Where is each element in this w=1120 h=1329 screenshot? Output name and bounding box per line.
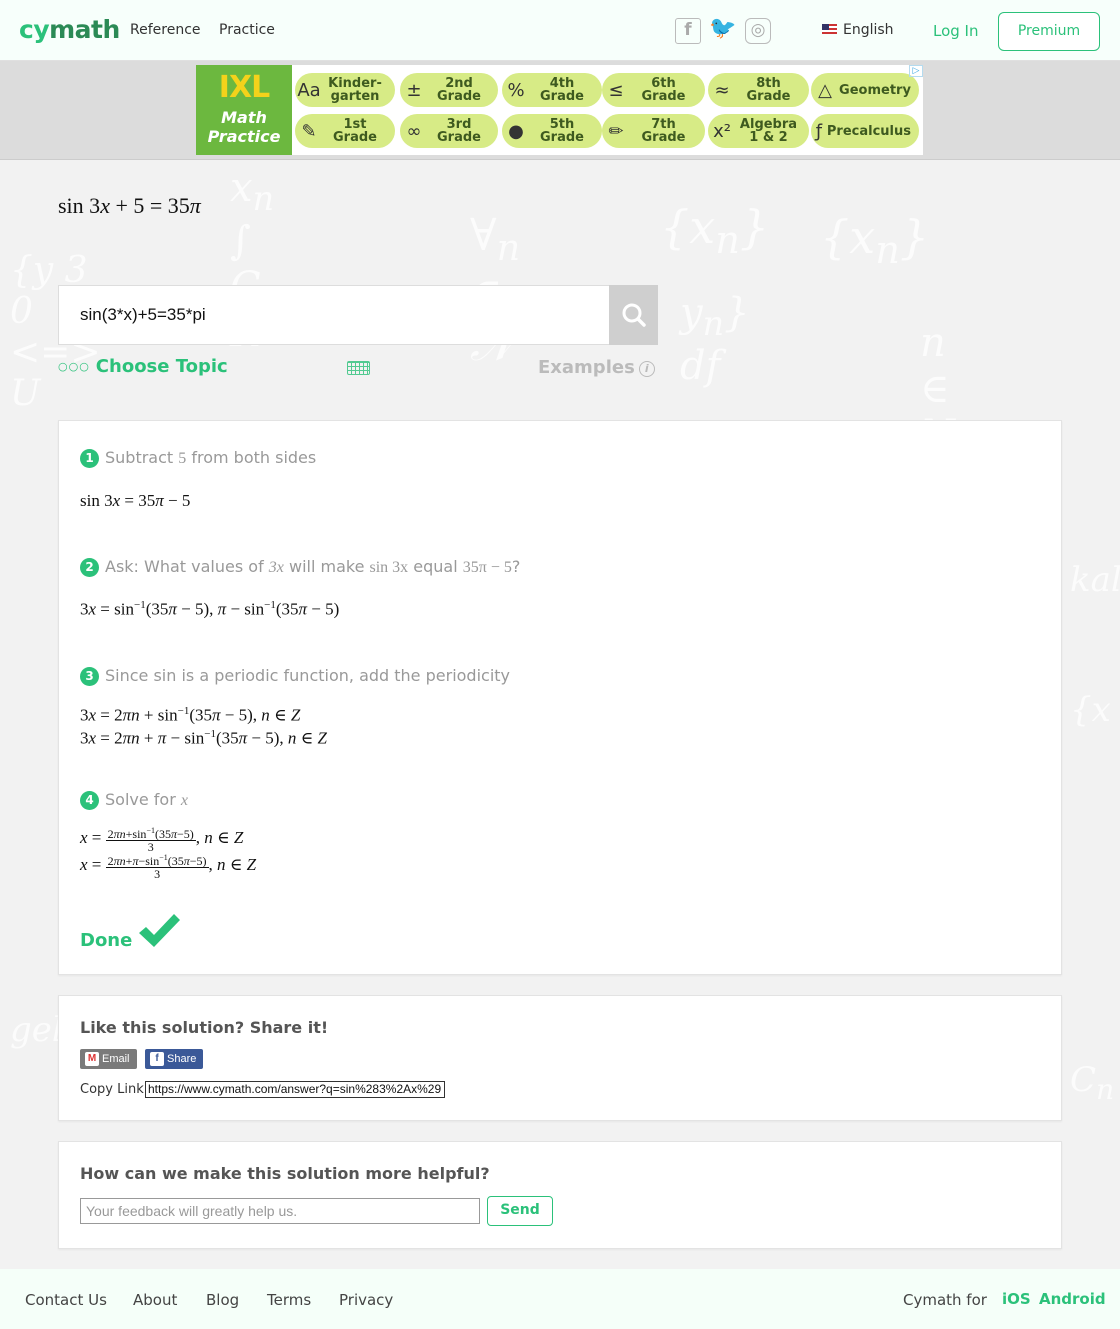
- done-label: Done: [80, 930, 133, 951]
- footer-blog[interactable]: Blog: [206, 1291, 239, 1309]
- solution-card: 1 Subtract 5 from both sides sin 3x = 35π…: [58, 420, 1062, 975]
- pill-label: Grade: [641, 89, 686, 104]
- step-number: 1: [80, 449, 99, 468]
- ad-pill-5th-grade[interactable]: ● 5th Grade: [502, 114, 602, 148]
- share-card: Like this solution? Share it! M Email f Sh…: [58, 995, 1062, 1121]
- pill-label: Grade: [540, 130, 584, 145]
- step-number: 2: [80, 558, 99, 577]
- choose-topic-link[interactable]: ○○○ Choose Topic: [58, 356, 228, 377]
- ixl-ad[interactable]: IXL Math Practice Aa Kinder-garten ±2nd Gra…: [196, 65, 923, 155]
- pill-label: Grade: [437, 89, 481, 104]
- footer-about[interactable]: About: [133, 1291, 177, 1309]
- nav-reference[interactable]: Reference: [130, 22, 201, 38]
- ad-pill-7th-grade[interactable]: ✏ 7th Grade: [602, 114, 705, 148]
- ad-pill-precalculus[interactable]: ƒ Precalculus: [811, 114, 919, 148]
- step-1-math: sin 3x = 35π − 5: [80, 491, 191, 510]
- pill-icon: x²: [713, 120, 731, 142]
- ad-pill-geometry[interactable]: △ Geometry: [811, 73, 919, 107]
- pill-label: Grade: [540, 89, 584, 104]
- facebook-icon[interactable]: f: [675, 18, 701, 44]
- facebook-share-button[interactable]: f Share: [145, 1049, 204, 1069]
- examples-link[interactable]: Examples i: [538, 357, 655, 378]
- step-3-math-line-2: 3x = 2πn + π − sin−1(35π − 5), n ∈ Z: [80, 728, 327, 748]
- us-flag-icon: [822, 24, 837, 34]
- ad-pill-3rd-grade[interactable]: ∞ 3rd Grade: [400, 114, 498, 148]
- pill-icon: △: [818, 79, 832, 101]
- pill-label: Grade: [746, 89, 791, 104]
- twitter-icon[interactable]: 🐦: [709, 18, 736, 44]
- step-number: 4: [80, 791, 99, 810]
- search-icon: [622, 303, 646, 327]
- pill-icon: ∞: [406, 120, 422, 142]
- step-3-title: 3 Since sin is a periodic function, add t…: [80, 666, 510, 686]
- adchoices-icon[interactable]: ▷: [909, 65, 923, 77]
- step-number: 3: [80, 667, 99, 686]
- pill-label: 1 & 2: [749, 130, 788, 145]
- premium-button[interactable]: Premium: [998, 12, 1100, 51]
- step-4-title: 4 Solve for x: [80, 790, 188, 810]
- ad-pill-6th-grade[interactable]: ≤6th Grade: [602, 73, 705, 107]
- problem-display: sin 3x + 5 = 35π: [58, 193, 201, 218]
- pill-icon: ✎: [301, 120, 317, 142]
- login-link[interactable]: Log In: [933, 22, 979, 40]
- step-1-title: 1 Subtract 5 from both sides: [80, 448, 316, 468]
- step-4-math-line-1: x = 2πn+sin−1(35π−5) 3, n ∈ Z: [80, 826, 244, 854]
- instagram-icon[interactable]: ◎: [745, 18, 771, 44]
- keyboard-icon[interactable]: [347, 361, 370, 375]
- android-app-link[interactable]: Android: [1039, 1290, 1106, 1308]
- nav-practice[interactable]: Practice: [219, 22, 275, 38]
- ad-pill-kinder-garten[interactable]: Aa Kinder-garten: [295, 73, 395, 107]
- copy-link-field[interactable]: https://www.cymath.com/answer?q=sin%283%…: [145, 1081, 445, 1098]
- copy-link-label: Copy Link: [80, 1082, 144, 1097]
- pill-icon: ≈: [714, 79, 730, 101]
- feedback-title: How can we make this solution more helpf…: [80, 1164, 490, 1183]
- cymath-for-label: Cymath for: [903, 1291, 987, 1309]
- footer: Contact Us About Blog Terms Privacy Cyma…: [0, 1269, 1120, 1329]
- footer-contact-us[interactable]: Contact Us: [25, 1291, 107, 1309]
- step-2-title: 2 Ask: What values of 3x will make sin 3x…: [80, 557, 520, 577]
- pill-icon: ●: [508, 120, 524, 142]
- ad-pill-algebra-1-2[interactable]: x² Algebra 1 & 2: [708, 114, 809, 148]
- footer-privacy[interactable]: Privacy: [339, 1291, 393, 1309]
- share-title: Like this solution? Share it!: [80, 1018, 329, 1037]
- facebook-icon: f: [150, 1052, 164, 1066]
- pill-label: Grade: [333, 130, 377, 145]
- search-button[interactable]: [609, 285, 658, 345]
- pill-label: Grade: [641, 130, 686, 145]
- gmail-icon: M: [85, 1052, 99, 1066]
- pill-label: Geometry: [839, 82, 911, 98]
- footer-terms[interactable]: Terms: [267, 1291, 311, 1309]
- pill-icon: ƒ: [815, 120, 823, 142]
- feedback-card: How can we make this solution more helpf…: [58, 1141, 1062, 1249]
- top-navbar: cymath Reference Practice f 🐦 ◎ English …: [0, 0, 1120, 61]
- pill-icon: ±: [406, 79, 422, 101]
- feedback-input[interactable]: Your feedback will greatly help us.: [80, 1198, 480, 1224]
- ad-pill-1st-grade[interactable]: ✎ 1st Grade: [295, 114, 395, 148]
- dots-icon: ○○○: [58, 360, 90, 373]
- ad-pill-4th-grade[interactable]: % 4th Grade: [502, 73, 602, 107]
- pill-icon: ✏: [608, 120, 624, 142]
- step-4-math-line-2: x = 2πn+π−sin−1(35π−5) 3, n ∈ Z: [80, 853, 257, 881]
- cymath-logo[interactable]: cymath: [19, 15, 120, 44]
- language-selector[interactable]: English: [822, 22, 894, 38]
- pill-label: Grade: [437, 130, 481, 145]
- ixl-logo[interactable]: IXL Math Practice: [196, 65, 292, 155]
- ad-banner-area: IXL Math Practice Aa Kinder-garten ±2nd Gra…: [0, 61, 1120, 160]
- ad-pill-8th-grade[interactable]: ≈8th Grade: [708, 73, 809, 107]
- pill-icon: ≤: [608, 79, 624, 101]
- pill-icon: Aa: [297, 79, 321, 101]
- pill-icon: %: [507, 79, 525, 101]
- step-2-math: 3x = sin−1(35π − 5), π − sin−1(35π − 5): [80, 599, 340, 619]
- pill-label: Precalculus: [826, 123, 911, 139]
- send-button[interactable]: Send: [487, 1196, 553, 1226]
- email-share-button[interactable]: M Email: [80, 1049, 137, 1069]
- step-3-math-line-1: 3x = 2πn + sin−1(35π − 5), n ∈ Z: [80, 705, 301, 725]
- ios-app-link[interactable]: iOS: [1002, 1290, 1031, 1308]
- info-icon: i: [638, 361, 655, 377]
- problem-input[interactable]: [58, 285, 610, 345]
- ad-pill-2nd-grade[interactable]: ±2nd Grade: [400, 73, 498, 107]
- pill-label: garten: [330, 89, 380, 104]
- checkmark-icon: [139, 914, 180, 947]
